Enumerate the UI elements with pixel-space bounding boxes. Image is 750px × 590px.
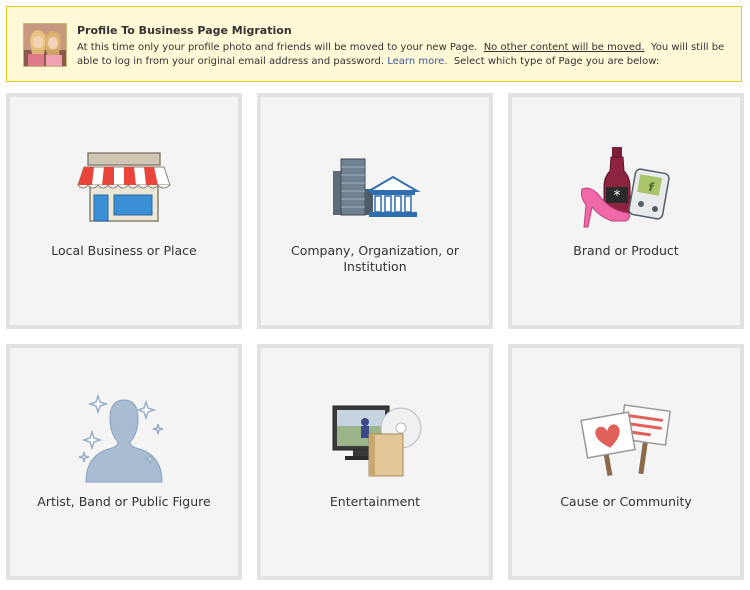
signs-icon (580, 404, 671, 477)
category-local-business[interactable]: Local Business or Place (6, 93, 242, 329)
profile-photo-icon (24, 24, 66, 66)
category-label: Local Business or Place (51, 243, 197, 258)
learn-more-link[interactable]: Learn more. (387, 56, 447, 67)
migration-notice: Profile To Business Page Migration At th… (6, 6, 742, 82)
person-silhouette-icon (78, 393, 164, 483)
notice-title: Profile To Business Page Migration (77, 24, 292, 37)
avatar (23, 23, 67, 67)
category-label: Artist, Band or Public Figure (37, 494, 211, 509)
media-icon (332, 405, 422, 477)
storefront-icon (77, 152, 171, 222)
notice-text: At this time only your profile photo and… (77, 42, 478, 53)
notice-emphasis: No other content will be moved. (483, 42, 645, 53)
category-cause[interactable]: Cause or Community (508, 344, 744, 580)
category-label: Cause or Community (560, 494, 692, 509)
category-label: Brand or Product (573, 243, 679, 258)
category-artist[interactable]: Artist, Band or Public Figure (6, 344, 242, 580)
category-label: Entertainment (329, 494, 421, 509)
category-brand[interactable]: * f Brand or Product (508, 93, 744, 329)
buildings-icon (333, 158, 421, 217)
category-company[interactable]: Company, Organization, or Institution (257, 93, 493, 329)
notice-text: Select which type of Page you are below: (453, 56, 660, 67)
category-entertainment[interactable]: Entertainment (257, 344, 493, 580)
category-label: Company, Organization, or Institution (290, 243, 460, 274)
products-icon: * f (581, 147, 670, 228)
notice-body: At this time only your profile photo and… (77, 41, 727, 69)
svg-text:*: * (614, 188, 621, 204)
